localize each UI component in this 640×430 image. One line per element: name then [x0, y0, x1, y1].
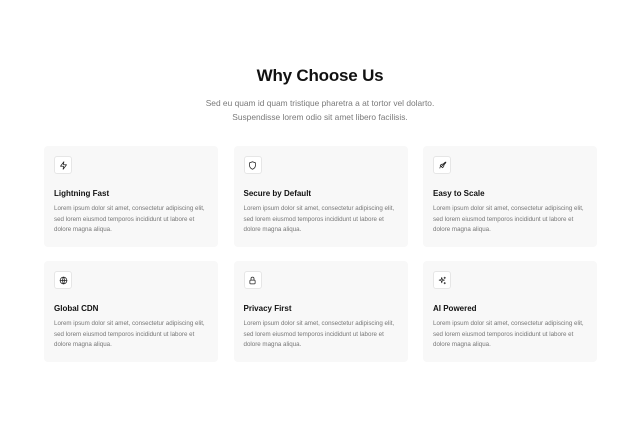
feature-card-lightning-fast: Lightning Fast Lorem ipsum dolor sit ame…: [44, 146, 218, 247]
feature-description: Lorem ipsum dolor sit amet, consectetur …: [433, 320, 584, 348]
why-choose-us-section: Why Choose Us Sed eu quam id quam tristi…: [0, 0, 640, 430]
feature-card-privacy-first: Privacy First Lorem ipsum dolor sit amet…: [233, 261, 408, 362]
section-subtitle: Sed eu quam id quam tristique pharetra a…: [0, 96, 640, 124]
lightning-icon: [54, 156, 72, 174]
feature-title: Lightning Fast: [54, 189, 110, 198]
feature-description: Lorem ipsum dolor sit amet, consectetur …: [433, 205, 584, 233]
lock-icon: [243, 271, 262, 289]
rocket-icon: [433, 156, 451, 174]
sparkles-icon: [433, 271, 451, 289]
feature-title: Privacy First: [243, 304, 292, 313]
feature-title: AI Powered: [433, 304, 477, 313]
subtitle-line-2: Suspendisse lorem odio sit amet libero f…: [232, 112, 408, 122]
feature-title: Easy to Scale: [433, 189, 485, 198]
feature-description: Lorem ipsum dolor sit amet, consectetur …: [243, 205, 395, 233]
feature-card-ai-powered: AI Powered Lorem ipsum dolor sit amet, c…: [423, 261, 597, 362]
feature-card-global-cdn: Global CDN Lorem ipsum dolor sit amet, c…: [44, 261, 218, 362]
feature-description: Lorem ipsum dolor sit amet, consectetur …: [54, 205, 205, 233]
feature-title: Secure by Default: [243, 189, 312, 198]
section-title: Why Choose Us: [256, 66, 384, 85]
feature-card-secure-by-default: Secure by Default Lorem ipsum dolor sit …: [233, 146, 408, 247]
globe-icon: [54, 271, 72, 289]
feature-description: Lorem ipsum dolor sit amet, consectetur …: [243, 320, 395, 348]
subtitle-line-1: Sed eu quam id quam tristique pharetra a…: [205, 98, 435, 108]
feature-description: Lorem ipsum dolor sit amet, consectetur …: [54, 320, 205, 348]
feature-card-easy-to-scale: Easy to Scale Lorem ipsum dolor sit amet…: [423, 146, 597, 247]
features-grid: Lightning Fast Lorem ipsum dolor sit ame…: [44, 146, 597, 362]
shield-icon: [243, 156, 262, 174]
feature-title: Global CDN: [54, 304, 99, 313]
